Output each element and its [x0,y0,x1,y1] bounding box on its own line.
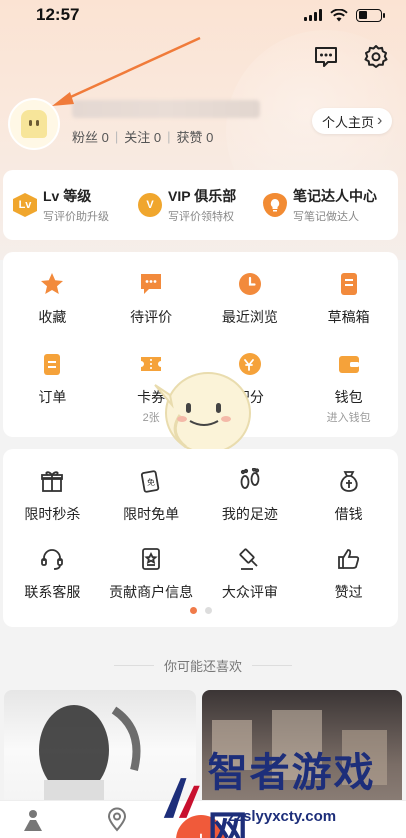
headset-icon [38,545,66,573]
tools-card: 限时秒杀 免 限时免单 我的足迹 借钱 联系客服 贡献商户信息 大众评审 赞过 [3,449,398,627]
footprints-button[interactable]: 我的足迹 [201,467,300,524]
drafts-button[interactable]: 草稿箱 [299,270,398,327]
profile-tab-icon[interactable] [20,807,46,838]
username-blurred [72,100,260,118]
followers-stat[interactable]: 粉丝 0 [72,127,109,146]
note-expert-subtitle: 写笔记做达人 [293,211,359,223]
star-icon [38,270,66,298]
note-expert-entry[interactable]: 笔记达人中心 写笔记做达人 [263,186,388,224]
likes-stat[interactable]: 获赞 0 [177,127,214,146]
chevron-right-icon: › [377,112,383,129]
wallet-button[interactable]: 钱包 进入钱包 [299,350,398,425]
profile-stats: 粉丝 0 | 关注 0 | 获赞 0 [72,127,214,146]
gift-icon [38,467,66,495]
vip-entry[interactable]: V VIP 俱乐部 写评价领特权 [138,186,263,224]
wallet-icon [335,350,363,378]
customer-service-button[interactable]: 联系客服 [3,545,102,602]
thumbs-up-icon [335,545,363,573]
page-dot-active[interactable] [189,607,197,614]
free-coupon-icon: 免 [137,467,165,495]
favorites-button[interactable]: 收藏 [3,270,102,327]
lightbulb-icon [263,193,287,217]
note-expert-title: 笔记达人中心 [293,188,377,204]
following-stat[interactable]: 关注 0 [124,127,161,146]
contribute-merchant-button[interactable]: 贡献商户信息 [102,545,201,602]
money-bag-icon [335,467,363,495]
homepage-button-label: 个人主页 [322,114,375,130]
watermark-url: zzslyyxcty.com [228,808,337,825]
public-review-button[interactable]: 大众评审 [201,545,300,602]
shop-info-icon [137,545,165,573]
level-entry[interactable]: Lv Lv 等级 写评价助升级 [13,186,138,224]
footprint-icon [236,467,264,495]
recommend-title: 你可能还喜欢 [163,659,242,674]
pending-review-button[interactable]: 待评价 [102,270,201,327]
homepage-button[interactable]: 个人主页 › [312,108,393,134]
avatar[interactable] [8,98,60,150]
page-dot[interactable] [204,607,212,614]
status-bar: 12:57 [0,0,406,30]
level-badge-icon: Lv [13,193,37,217]
svg-text:免: 免 [147,477,155,487]
gear-icon[interactable] [361,42,391,72]
level-subtitle: 写评价助升级 [43,211,109,223]
vip-badge-icon: V [138,193,162,217]
location-tab-icon[interactable] [104,807,130,838]
status-time: 12:57 [36,5,80,24]
wallet-sub: 进入钱包 [326,412,371,424]
borrow-money-button[interactable]: 借钱 [299,467,398,524]
recommend-header: 你可能还喜欢 [0,656,406,675]
draft-icon [335,270,363,298]
liked-button[interactable]: 赞过 [299,545,398,602]
level-card: Lv Lv 等级 写评价助升级 V VIP 俱乐部 写评价领特权 笔记达人中心 … [3,170,398,240]
level-title: Lv 等级 [43,188,92,204]
signal-icon [304,9,322,21]
flash-sale-button[interactable]: 限时秒杀 [3,467,102,524]
free-order-button[interactable]: 免 限时免单 [102,467,201,524]
order-icon [38,350,66,378]
battery-icon [356,8,385,22]
toast-avatar-icon [21,110,47,138]
page-indicator [3,607,398,614]
clock-icon [236,270,264,298]
status-icons [304,8,385,22]
comment-icon [137,270,165,298]
message-icon[interactable] [311,42,341,72]
wifi-icon [330,8,348,21]
vip-title: VIP 俱乐部 [168,188,237,204]
vip-subtitle: 写评价领特权 [168,211,234,223]
watermark-logo [163,778,200,818]
gavel-icon [236,545,264,573]
recent-views-button[interactable]: 最近浏览 [201,270,300,327]
orders-button[interactable]: 订单 [3,350,102,425]
